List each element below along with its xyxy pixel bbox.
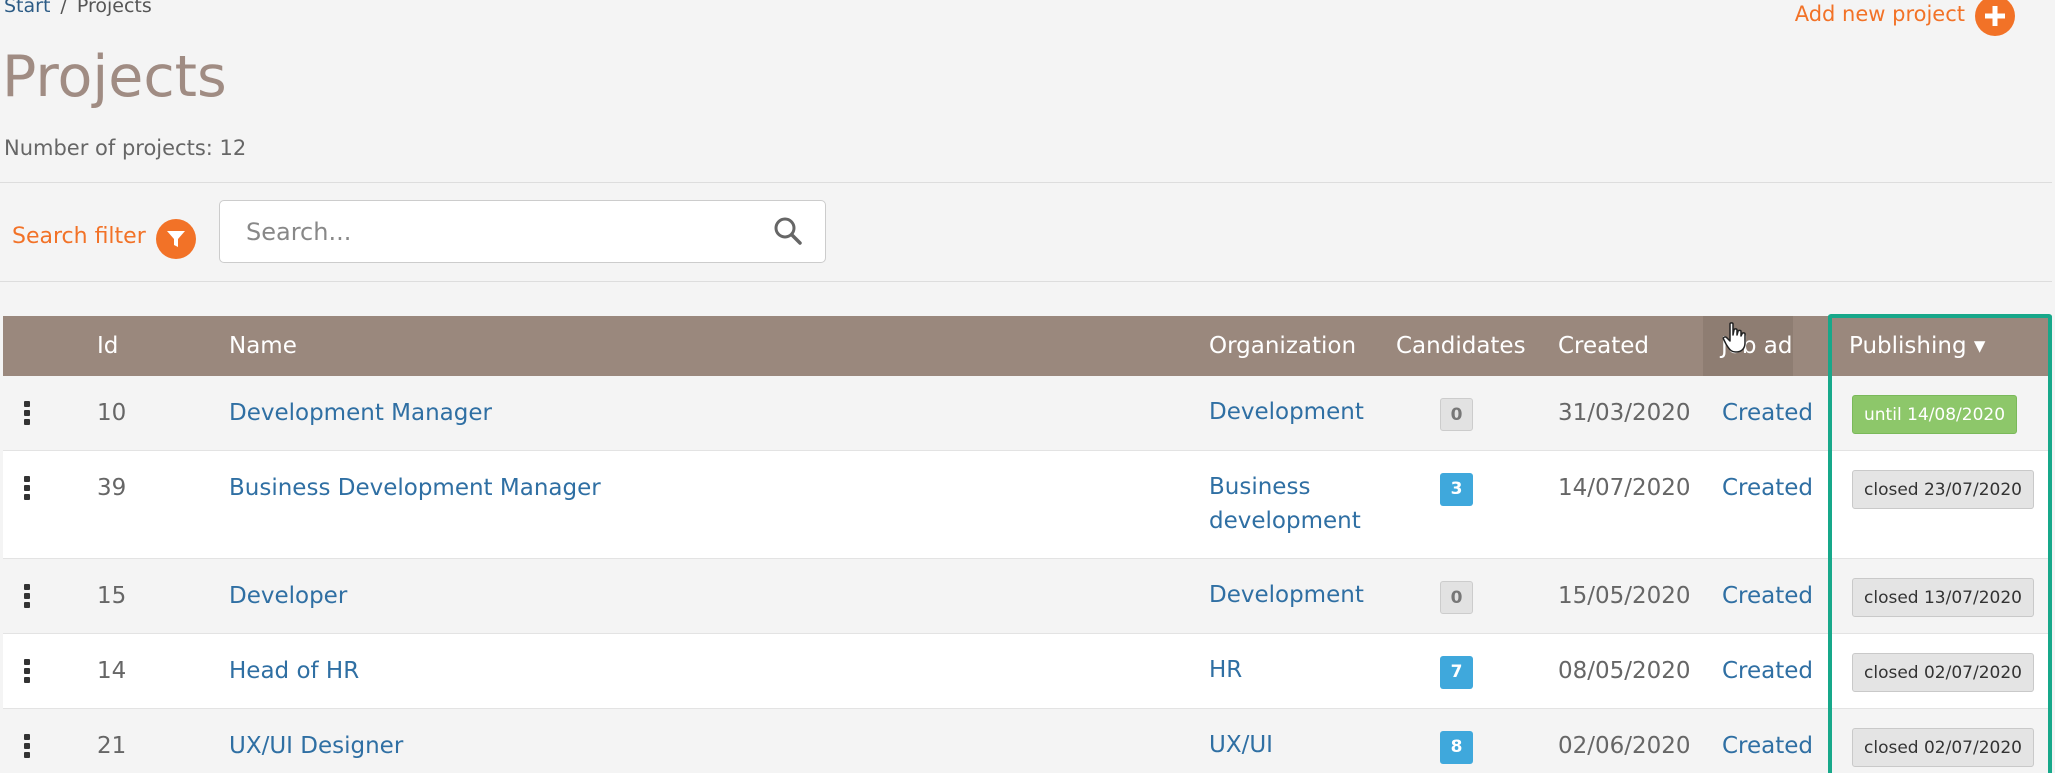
job-ad-link[interactable]: Created — [1722, 583, 1813, 609]
hand-cursor-icon — [1722, 322, 1746, 353]
search-input[interactable] — [246, 201, 746, 262]
search-box — [219, 200, 826, 263]
organization-line1: Development — [1209, 582, 1364, 608]
project-name-link[interactable]: Developer — [229, 583, 347, 609]
column-header-id[interactable]: Id — [97, 333, 118, 359]
add-new-project-label: Add new project — [1794, 2, 1965, 26]
organization-link[interactable]: Business development — [1209, 470, 1361, 538]
created-date: 02/06/2020 — [1558, 733, 1691, 759]
candidates-badge[interactable]: 8 — [1440, 731, 1473, 764]
organization-line1: HR — [1209, 657, 1243, 683]
project-name-link[interactable]: UX/UI Designer — [229, 733, 403, 759]
project-name-link[interactable]: Development Manager — [229, 400, 492, 426]
publishing-status-badge: closed 02/07/2020 — [1852, 728, 2034, 767]
vertical-dots-icon[interactable] — [24, 734, 32, 758]
project-count: Number of projects: 12 — [4, 136, 247, 160]
job-ad-link[interactable]: Created — [1722, 475, 1813, 501]
created-date: 14/07/2020 — [1558, 475, 1691, 501]
publishing-status-badge: closed 13/07/2020 — [1852, 578, 2034, 617]
project-name-link[interactable]: Head of HR — [229, 658, 359, 684]
column-header-publishing[interactable]: Publishing ▾ — [1849, 333, 1985, 359]
breadcrumb-current: Projects — [76, 0, 152, 17]
publishing-status-badge: closed 02/07/2020 — [1852, 653, 2034, 692]
job-ad-link[interactable]: Created — [1722, 733, 1813, 759]
vertical-dots-icon[interactable] — [24, 659, 32, 683]
organization-line2: development — [1209, 508, 1361, 534]
column-header-candidates[interactable]: Candidates — [1396, 333, 1526, 359]
caret-down-icon: ▾ — [1973, 333, 1986, 359]
organization-line1: Business — [1209, 474, 1311, 500]
table-row: 14 Head of HR HR 7 08/05/2020 Created cl… — [3, 634, 2050, 709]
search-filter-button[interactable]: Search filter — [12, 213, 196, 259]
candidates-badge[interactable]: 7 — [1440, 656, 1473, 689]
row-id: 39 — [97, 475, 127, 501]
organization-line1: Development — [1209, 399, 1364, 425]
row-id: 21 — [97, 733, 127, 759]
publishing-status-badge: until 14/08/2020 — [1852, 395, 2018, 434]
organization-link[interactable]: Development — [1209, 578, 1364, 612]
table-row: 15 Developer Development 0 15/05/2020 Cr… — [3, 559, 2050, 634]
table-row: 21 UX/UI Designer UX/UI 8 02/06/2020 Cre… — [3, 709, 2050, 773]
column-header-publishing-label: Publishing — [1849, 333, 1967, 359]
job-ad-link[interactable]: Created — [1722, 400, 1813, 426]
created-date: 08/05/2020 — [1558, 658, 1691, 684]
vertical-dots-icon[interactable] — [24, 401, 32, 425]
column-header-name[interactable]: Name — [229, 333, 297, 359]
divider — [0, 281, 2052, 282]
breadcrumb: Start / Projects — [4, 0, 152, 17]
organization-link[interactable]: HR — [1209, 653, 1242, 687]
column-header-organization[interactable]: Organization — [1209, 333, 1356, 359]
created-date: 15/05/2020 — [1558, 583, 1691, 609]
breadcrumb-home-link[interactable]: Start — [4, 0, 50, 17]
add-new-project-button[interactable]: Add new project — [1794, 0, 2015, 36]
page-title: Projects — [2, 44, 227, 110]
job-ad-link[interactable]: Created — [1722, 658, 1813, 684]
row-id: 15 — [97, 583, 127, 609]
organization-line1: UX/UI — [1209, 732, 1273, 758]
organization-link[interactable]: Development — [1209, 395, 1364, 429]
table-row: 39 Business Development Manager Business… — [3, 451, 2050, 559]
candidates-badge[interactable]: 3 — [1440, 473, 1473, 506]
row-id: 14 — [97, 658, 127, 684]
row-id: 10 — [97, 400, 127, 426]
plus-circle-icon — [1975, 0, 2015, 36]
magnifier-icon[interactable] — [773, 216, 803, 250]
breadcrumb-separator: / — [60, 0, 67, 17]
organization-link[interactable]: UX/UI — [1209, 728, 1273, 762]
project-name-link[interactable]: Business Development Manager — [229, 475, 601, 501]
search-filter-label: Search filter — [12, 223, 146, 249]
funnel-icon — [155, 219, 196, 259]
candidates-badge[interactable]: 0 — [1440, 398, 1473, 431]
table-row: 10 Development Manager Development 0 31/… — [3, 376, 2050, 451]
vertical-dots-icon[interactable] — [24, 584, 32, 608]
publishing-status-badge: closed 23/07/2020 — [1852, 470, 2034, 509]
column-header-created[interactable]: Created — [1558, 333, 1649, 359]
vertical-dots-icon[interactable] — [24, 476, 32, 500]
created-date: 31/03/2020 — [1558, 400, 1691, 426]
divider — [0, 182, 2052, 183]
candidates-badge[interactable]: 0 — [1440, 581, 1473, 614]
